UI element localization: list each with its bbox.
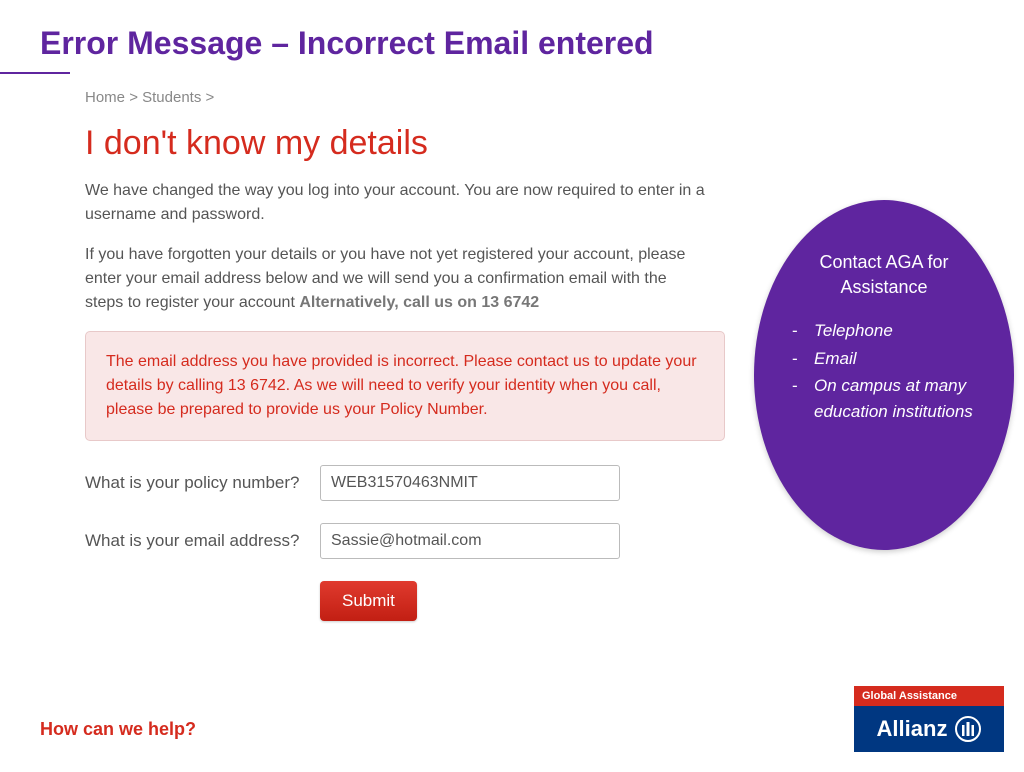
allianz-logo: Global Assistance Allianz (854, 686, 1004, 752)
error-message: The email address you have provided is i… (106, 350, 704, 422)
allianz-eagle-icon (955, 716, 981, 742)
callout-item-oncampus: On campus at many education institutions (792, 373, 986, 424)
alt-phone-text: Alternatively, call us on 13 6742 (299, 294, 539, 311)
submit-button[interactable]: Submit (320, 581, 417, 621)
email-input[interactable] (320, 523, 620, 559)
callout-list: Telephone Email On campus at many educat… (782, 318, 986, 424)
policy-input[interactable] (320, 465, 620, 501)
callout-item-email: Email (792, 346, 986, 372)
footer-help: How can we help? (40, 719, 196, 740)
breadcrumb-home[interactable]: Home (85, 89, 125, 106)
callout-item-telephone: Telephone (792, 318, 986, 344)
page-heading: I don't know my details (85, 124, 1004, 163)
allianz-block: Allianz (854, 706, 1004, 752)
breadcrumb-students[interactable]: Students (142, 89, 201, 106)
breadcrumb: Home > Students > (85, 89, 1004, 106)
title-underline (0, 72, 70, 74)
callout-title: Contact AGA for Assistance (782, 250, 986, 300)
policy-label: What is your policy number? (85, 473, 320, 493)
slide-title: Error Message – Incorrect Email entered (0, 0, 1024, 72)
email-label: What is your email address? (85, 531, 320, 551)
intro-paragraph-2: If you have forgotten your details or yo… (85, 243, 705, 315)
error-box: The email address you have provided is i… (85, 331, 725, 441)
allianz-brand-text: Allianz (877, 716, 948, 742)
breadcrumb-sep: > (206, 89, 215, 106)
breadcrumb-sep: > (129, 89, 138, 106)
intro-paragraph-1: We have changed the way you log into you… (85, 179, 705, 227)
global-assistance-bar: Global Assistance (854, 686, 1004, 706)
callout-oval: Contact AGA for Assistance Telephone Ema… (754, 200, 1014, 550)
